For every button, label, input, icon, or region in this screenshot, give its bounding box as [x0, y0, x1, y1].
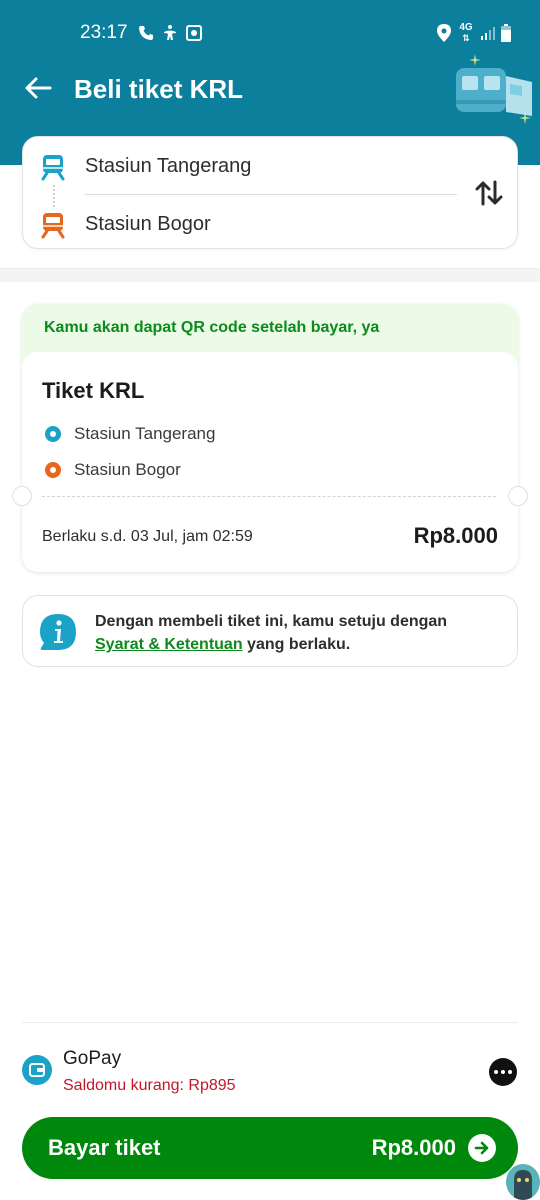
origin-station-label: Stasiun Tangerang	[85, 155, 252, 177]
destination-station-label: Stasiun Bogor	[85, 213, 211, 235]
ticket-origin-label: Stasiun Tangerang	[74, 424, 216, 443]
swap-stations-button[interactable]	[471, 175, 507, 211]
ticket-card: Kamu akan dapat QR code setelah bayar, y…	[22, 304, 518, 572]
payment-method-name: GoPay	[63, 1048, 122, 1069]
network-type-label: 4G ⇅	[456, 22, 476, 44]
terms-text-after: yang berlaku.	[247, 636, 351, 653]
dot	[501, 1070, 505, 1074]
ticket-title: Tiket KRL	[42, 378, 145, 403]
info-icon	[40, 614, 76, 650]
ticket-body: Tiket KRL Stasiun Tangerang Stasiun Bogo…	[22, 352, 518, 572]
ticket-destination-label: Stasiun Bogor	[74, 460, 181, 479]
more-options-button[interactable]	[489, 1058, 517, 1086]
floating-avatar[interactable]	[506, 1164, 540, 1200]
ticket-perforation	[42, 496, 496, 497]
ticket-notch-left	[12, 486, 32, 506]
destination-station-field[interactable]: Stasiun Bogor	[23, 199, 463, 247]
ticket-price: Rp8.000	[413, 523, 498, 548]
origin-train-icon	[41, 155, 65, 181]
wallet-icon	[22, 1055, 52, 1085]
station-selector: Stasiun Tangerang Stasiun Bogor	[22, 136, 518, 249]
train-illustration-icon	[456, 54, 532, 124]
section-separator	[0, 268, 540, 282]
origin-station-field[interactable]: Stasiun Tangerang	[23, 141, 463, 189]
bottom-divider	[22, 1022, 518, 1023]
phone-icon	[136, 22, 156, 44]
location-icon	[434, 22, 454, 44]
data-arrows-icon: ⇅	[462, 33, 470, 43]
payment-method-row[interactable]: GoPay Saldomu kurang: Rp895	[0, 1044, 540, 1104]
ticket-notch-right	[508, 486, 528, 506]
network-type-text: 4G	[459, 22, 473, 33]
ticket-destination: Stasiun Bogor	[42, 458, 462, 482]
terms-text-before: Dengan membeli tiket ini, kamu setuju de…	[95, 613, 448, 630]
dot	[508, 1070, 512, 1074]
pay-ticket-button[interactable]: Bayar tiket Rp8.000	[22, 1117, 518, 1179]
destination-train-icon	[41, 213, 65, 239]
ticket-validity: Berlaku s.d. 03 Jul, jam 02:59	[42, 528, 253, 545]
back-arrow-icon	[25, 77, 52, 99]
terms-text: Dengan membeli tiket ini, kamu setuju de…	[95, 610, 505, 656]
dot	[494, 1070, 498, 1074]
back-button[interactable]	[22, 72, 54, 104]
page-title: Beli tiket KRL	[74, 74, 244, 104]
battery-icon	[496, 22, 516, 44]
status-time: 23:17	[80, 22, 128, 43]
terms-info-card: Dengan membeli tiket ini, kamu setuju de…	[22, 595, 518, 667]
station-divider	[85, 194, 457, 195]
destination-dot-icon	[45, 462, 61, 478]
status-bar: 23:17 4G ⇅	[0, 18, 540, 50]
origin-dot-icon	[45, 426, 61, 442]
accessibility-icon	[160, 22, 180, 44]
ticket-origin: Stasiun Tangerang	[42, 422, 462, 446]
terms-link[interactable]: Syarat & Ketentuan	[95, 636, 243, 653]
app-notification-icon	[184, 22, 204, 44]
swap-arrows-icon	[475, 180, 503, 206]
qr-code-note: Kamu akan dapat QR code setelah bayar, y…	[44, 319, 380, 336]
arrow-right-icon	[468, 1134, 496, 1162]
signal-icon	[478, 22, 498, 44]
pay-button-amount: Rp8.000	[371, 1135, 456, 1160]
balance-warning: Saldomu kurang: Rp895	[63, 1077, 236, 1094]
pay-button-label: Bayar tiket	[48, 1135, 161, 1160]
